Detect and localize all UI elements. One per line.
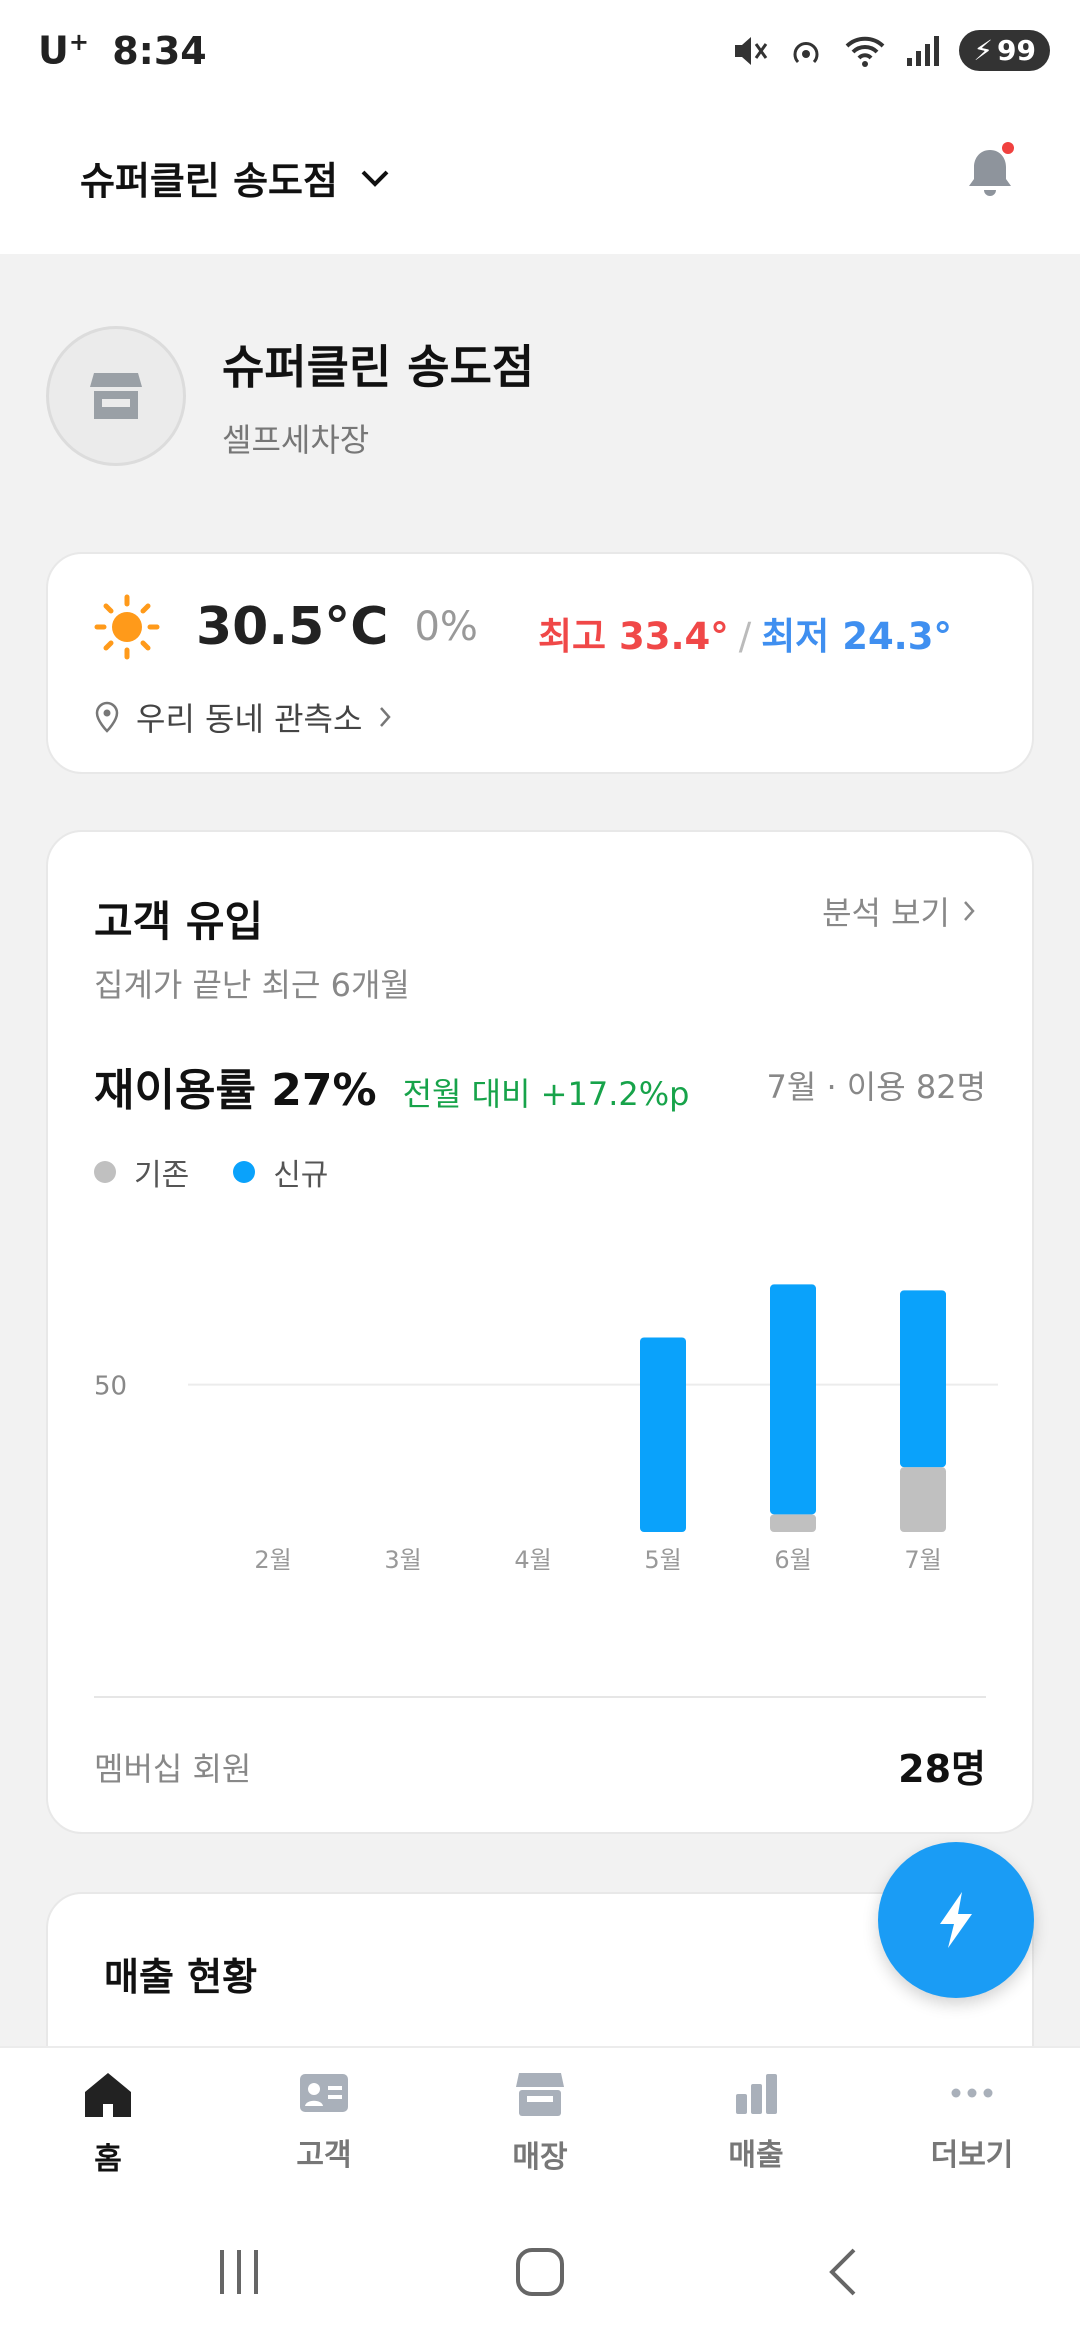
y-tick-label: 50 xyxy=(94,1372,127,1402)
mute-icon xyxy=(735,36,768,65)
inflow-title: 고객 유입 xyxy=(94,897,264,946)
x-tick-label: 6월 xyxy=(774,1546,811,1574)
profile-text: 슈퍼클린 송도점 셀프세차장 xyxy=(222,331,534,461)
nav-item-customers[interactable]: 고객 xyxy=(216,2048,432,2206)
battery-level: 99 xyxy=(997,34,1036,67)
chart-legend: 기존 신규 xyxy=(94,1150,372,1194)
low-temperature: 최저 24.3° xyxy=(761,615,952,658)
bar-existing-6 xyxy=(770,1514,816,1532)
month-usage-info: 7월 · 이용 82명 xyxy=(766,1068,986,1106)
status-carrier-time: U+ 8:34 xyxy=(38,28,207,73)
legend-new: 신규 xyxy=(233,1150,328,1194)
legend-existing: 기존 xyxy=(94,1150,189,1194)
recent-apps-icon[interactable] xyxy=(214,2244,264,2300)
profile-type: 셀프세차장 xyxy=(222,421,370,459)
x-tick-label: 5월 xyxy=(644,1546,681,1574)
membership-label: 멤버십 회원 xyxy=(94,1750,252,1788)
more-icon xyxy=(951,2088,993,2098)
divider xyxy=(94,1696,986,1698)
x-tick-label: 2월 xyxy=(254,1546,291,1574)
nav-item-sales[interactable]: 매출 xyxy=(648,2048,864,2206)
status-icons: ⚡ 99 xyxy=(731,30,1050,71)
chevron-down-icon xyxy=(361,170,389,187)
nav-item-home[interactable]: 홈 xyxy=(0,2048,216,2206)
weather-station-label: 우리 동네 관측소 xyxy=(136,700,363,738)
nav-label-sales: 매출 xyxy=(728,2138,784,2173)
bar-new-5 xyxy=(640,1337,686,1532)
nav-label-more: 더보기 xyxy=(930,2138,1014,2173)
avatar xyxy=(46,326,186,466)
wifi-icon xyxy=(845,36,885,67)
store-selector-label: 슈퍼클린 송도점 xyxy=(80,159,338,203)
analysis-link-label: 분석 보기 xyxy=(822,894,950,932)
high-low-temperature: 최고 33.4° / 최저 24.3° xyxy=(538,606,952,660)
back-icon[interactable] xyxy=(822,2244,862,2300)
sun-icon xyxy=(94,594,160,660)
analysis-link[interactable]: 분석 보기 xyxy=(822,888,976,934)
precipitation: 0% xyxy=(414,604,478,650)
legend-existing-dot xyxy=(94,1161,116,1183)
nav-label-store: 매장 xyxy=(512,2140,568,2175)
signal-icon xyxy=(907,35,940,66)
location-pin-icon xyxy=(95,701,119,733)
store-icon xyxy=(90,373,142,419)
chevron-right-icon xyxy=(380,707,392,727)
carrier: U xyxy=(38,28,69,73)
bar-chart-icon xyxy=(736,2074,777,2114)
temperature-separator: / xyxy=(738,615,752,658)
nav-item-more[interactable]: 더보기 xyxy=(864,2048,1080,2206)
notification-bell-icon[interactable] xyxy=(962,142,1018,202)
customer-card-icon xyxy=(300,2074,348,2112)
bar-new-6 xyxy=(770,1284,816,1515)
customer-inflow-card: 고객 유입 분석 보기 집계가 끝난 최근 6개월 재이용률 27% 전월 대비… xyxy=(46,830,1034,1834)
legend-new-dot xyxy=(233,1161,256,1183)
chevron-right-icon xyxy=(964,901,975,921)
home-icon xyxy=(85,2073,131,2117)
x-tick-label: 4월 xyxy=(514,1546,551,1574)
battery-indicator: ⚡ 99 xyxy=(959,30,1050,71)
sales-title: 매출 현황 xyxy=(104,1955,258,1999)
app-header: 슈퍼클린 송도점 xyxy=(0,100,1080,254)
store-selector[interactable]: 슈퍼클린 송도점 xyxy=(80,150,390,205)
x-tick-label: 3월 xyxy=(384,1546,421,1574)
nav-item-store[interactable]: 매장 xyxy=(432,2048,648,2206)
status-bar: U+ 8:34 ⚡ 99 xyxy=(0,0,1080,100)
quick-action-button[interactable] xyxy=(878,1842,1034,1998)
inflow-subtitle: 집계가 끝난 최근 6개월 xyxy=(94,966,410,1004)
bottom-navigation: 홈 고객 매장 매출 더보기 xyxy=(0,2046,1080,2206)
reuse-rate-delta: 전월 대비 +17.2%p xyxy=(402,1075,690,1113)
legend-new-label: 신규 xyxy=(273,1158,329,1193)
weather-station-link[interactable]: 우리 동네 관측소 xyxy=(94,694,392,740)
nav-label-home: 홈 xyxy=(94,2142,122,2177)
nav-label-customers: 고객 xyxy=(296,2138,352,2173)
carrier-sup: + xyxy=(68,28,89,56)
weather-card: 30.5°C 0% 최고 33.4° / 최저 24.3° 우리 동네 관측소 xyxy=(46,552,1034,774)
home-button-icon[interactable] xyxy=(514,2244,566,2300)
reuse-rate: 재이용률 27% xyxy=(94,1065,377,1116)
bar-new-7 xyxy=(900,1290,946,1468)
store-icon xyxy=(516,2073,564,2116)
hotspot-icon xyxy=(793,41,819,63)
x-tick-label: 7월 xyxy=(904,1546,941,1574)
legend-existing-label: 기존 xyxy=(134,1158,190,1193)
bar-existing-7 xyxy=(900,1467,946,1532)
clock: 8:34 xyxy=(112,28,207,73)
bolt-icon: ⚡ xyxy=(973,34,994,67)
store-profile: 슈퍼클린 송도점 셀프세차장 xyxy=(46,326,534,466)
current-temperature: 30.5°C xyxy=(196,597,389,657)
lightning-icon xyxy=(940,1892,972,1948)
reuse-rate-row: 재이용률 27% 전월 대비 +17.2%p xyxy=(94,1054,689,1118)
inflow-bar-chart: 50 2월 3월 4월 5월 6월 7월 xyxy=(94,1284,998,1574)
membership-value: 28명 xyxy=(898,1747,986,1791)
profile-name: 슈퍼클린 송도점 xyxy=(222,340,535,394)
high-temperature: 최고 33.4° xyxy=(538,615,729,658)
system-navigation-bar xyxy=(0,2206,1080,2340)
temperature-row: 30.5°C 0% xyxy=(94,594,478,660)
